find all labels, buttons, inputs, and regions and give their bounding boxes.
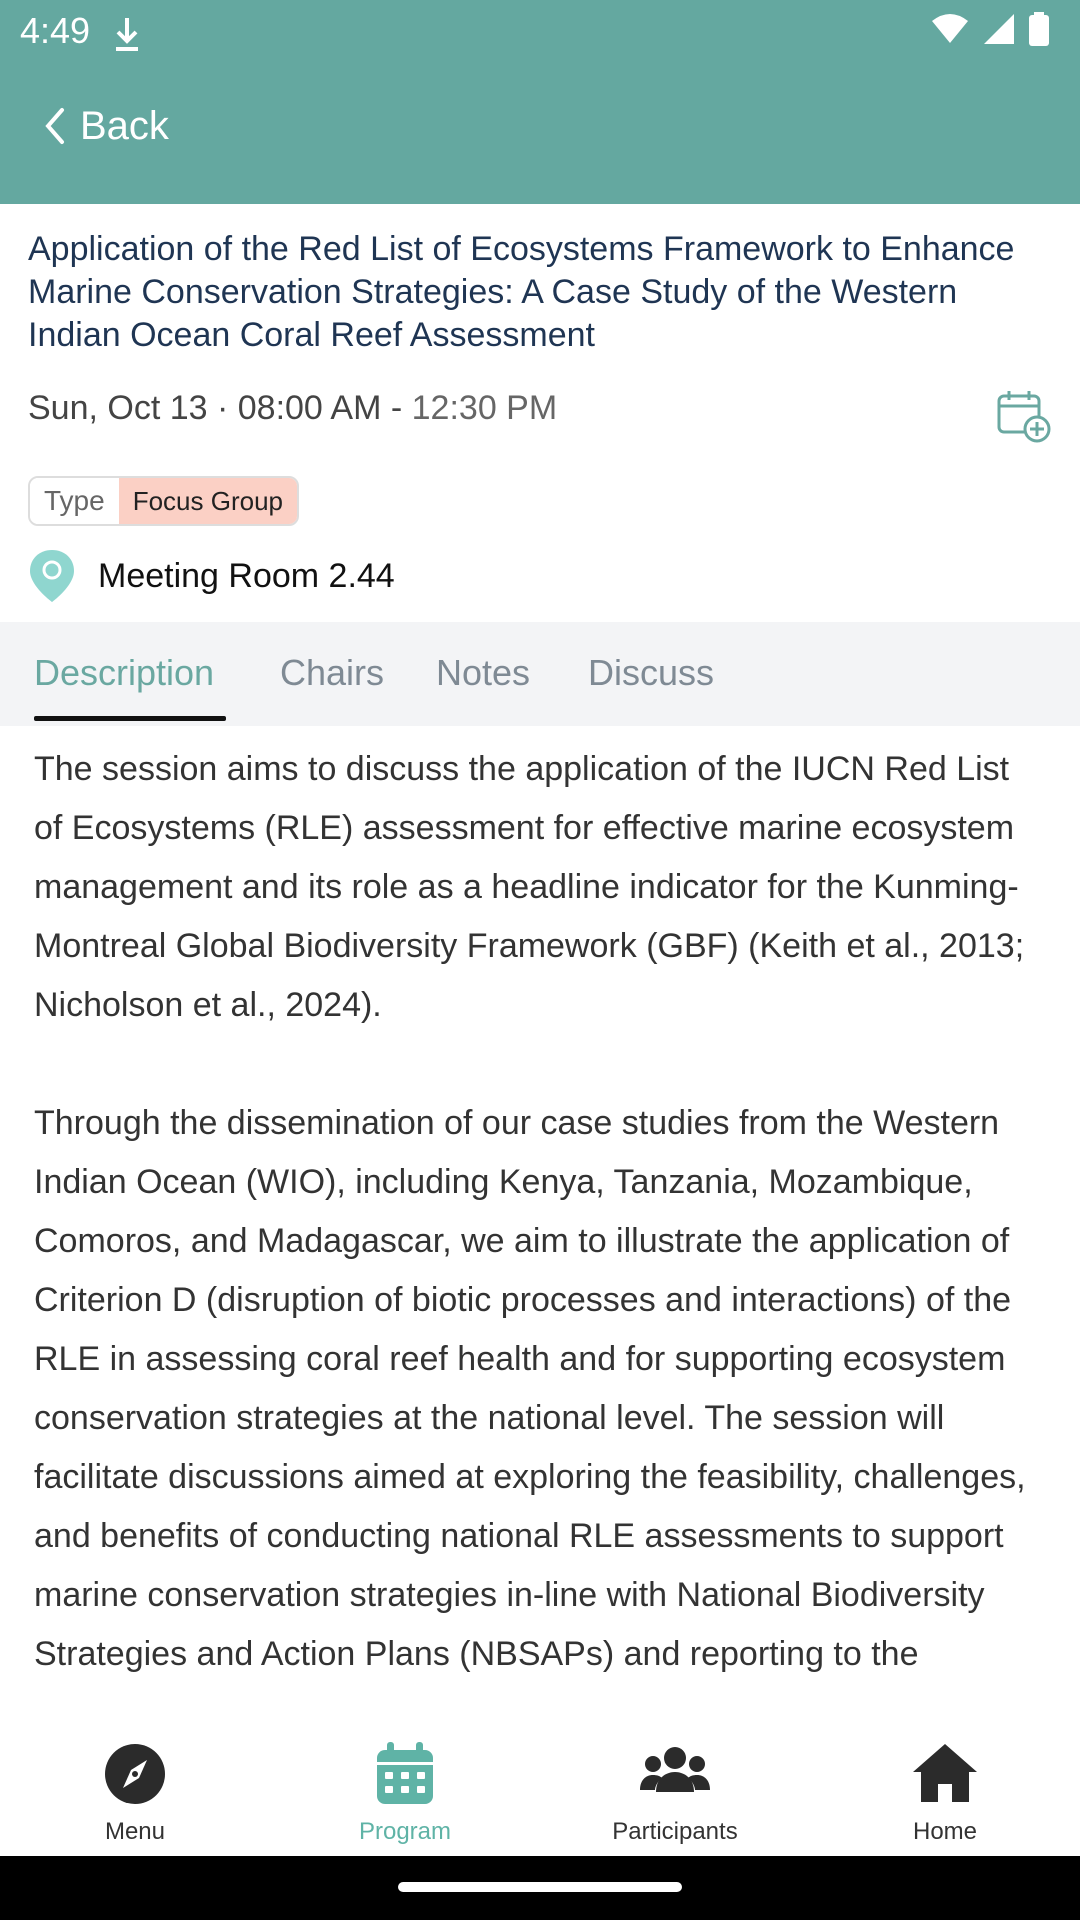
compass-icon <box>105 1744 165 1804</box>
session-date-start: Sun, Oct 13 · 08:00 AM - <box>28 389 412 427</box>
nav-participants[interactable]: Participants <box>540 1728 810 1856</box>
home-gesture-handle[interactable] <box>398 1882 682 1892</box>
type-label: Type <box>30 478 119 524</box>
nav-home-label: Home <box>912 1818 978 1845</box>
signal-icon <box>984 14 1014 44</box>
session-type-badge: Type Focus Group <box>28 476 299 526</box>
nav-program[interactable]: Program <box>270 1728 540 1856</box>
tab-description[interactable]: Description <box>34 652 214 694</box>
back-button[interactable]: Back <box>42 100 169 152</box>
type-value: Focus Group <box>118 478 297 524</box>
status-icons <box>930 12 1050 46</box>
nav-home[interactable]: Home <box>810 1728 1080 1856</box>
session-datetime: Sun, Oct 13 · 08:00 AM - 12:30 PM <box>28 386 557 430</box>
tab-chairs[interactable]: Chairs <box>280 652 384 694</box>
people-icon <box>640 1747 710 1792</box>
bottom-navigation: Menu Program Participants Home <box>0 1728 1080 1856</box>
tab-notes[interactable]: Notes <box>436 652 530 694</box>
calendar-icon <box>377 1742 433 1804</box>
status-time: 4:49 <box>20 10 91 51</box>
download-icon <box>116 18 138 51</box>
nav-participants-label: Participants <box>612 1818 738 1845</box>
wifi-icon <box>932 14 968 43</box>
nav-menu[interactable]: Menu <box>0 1728 270 1856</box>
detail-tabs: Description Chairs Notes Discuss <box>0 622 1080 726</box>
tab-discuss[interactable]: Discuss <box>588 652 714 694</box>
system-navigation-bar <box>0 1856 1080 1920</box>
location-text: Meeting Room 2.44 <box>98 556 395 595</box>
description-paragraph: The session aims to discuss the applicat… <box>34 750 1025 1024</box>
session-time-end: 12:30 PM <box>411 389 558 427</box>
location-pin-icon <box>30 550 74 602</box>
home-icon <box>913 1744 977 1802</box>
back-label: Back <box>80 103 169 148</box>
chevron-left-icon <box>45 108 64 144</box>
session-title: Application of the Red List of Ecosystem… <box>28 230 1015 354</box>
session-location[interactable]: Meeting Room 2.44 <box>28 548 395 604</box>
app-header: 4:49 Back <box>0 0 1080 204</box>
active-tab-indicator <box>34 716 226 721</box>
nav-program-label: Program <box>358 1818 452 1845</box>
nav-menu-label: Menu <box>104 1818 166 1845</box>
battery-icon <box>1029 12 1049 46</box>
description-paragraph: Through the dissemination of our case st… <box>34 1104 1026 1673</box>
add-to-calendar-icon[interactable] <box>996 388 1052 444</box>
description-content[interactable]: The session aims to discuss the applicat… <box>0 740 1080 1728</box>
